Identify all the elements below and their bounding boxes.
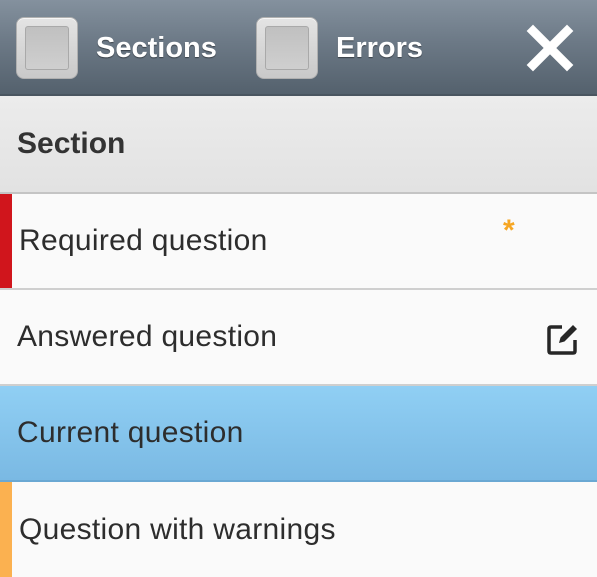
- warning-indicator-bar: [0, 482, 12, 577]
- checkbox-box: [265, 26, 309, 70]
- question-row-required[interactable]: Required question *: [0, 194, 597, 290]
- errors-label: Errors: [336, 31, 424, 64]
- question-label: Required question: [19, 224, 268, 257]
- question-row-answered[interactable]: Answered question: [0, 290, 597, 386]
- errors-checkbox[interactable]: [256, 17, 318, 79]
- section-header: Section: [0, 96, 597, 194]
- required-indicator-bar: [0, 194, 12, 288]
- required-asterisk-icon: *: [503, 214, 515, 247]
- sections-toggle[interactable]: Sections: [16, 16, 217, 80]
- checkbox-box: [25, 26, 69, 70]
- section-title: Section: [17, 127, 126, 160]
- toolbar: Sections Errors: [0, 0, 597, 96]
- edit-icon: [547, 325, 577, 355]
- close-icon[interactable]: [524, 22, 576, 74]
- sections-checkbox[interactable]: [16, 17, 78, 79]
- question-row-current[interactable]: Current question: [0, 386, 597, 482]
- sections-label: Sections: [96, 31, 217, 64]
- question-row-warning[interactable]: Question with warnings: [0, 482, 597, 577]
- question-label: Question with warnings: [19, 512, 336, 546]
- question-label: Answered question: [17, 320, 278, 353]
- errors-toggle[interactable]: Errors: [256, 16, 423, 80]
- question-navigator: Sections Errors Section Required questio…: [0, 0, 597, 577]
- question-label: Current question: [17, 416, 244, 449]
